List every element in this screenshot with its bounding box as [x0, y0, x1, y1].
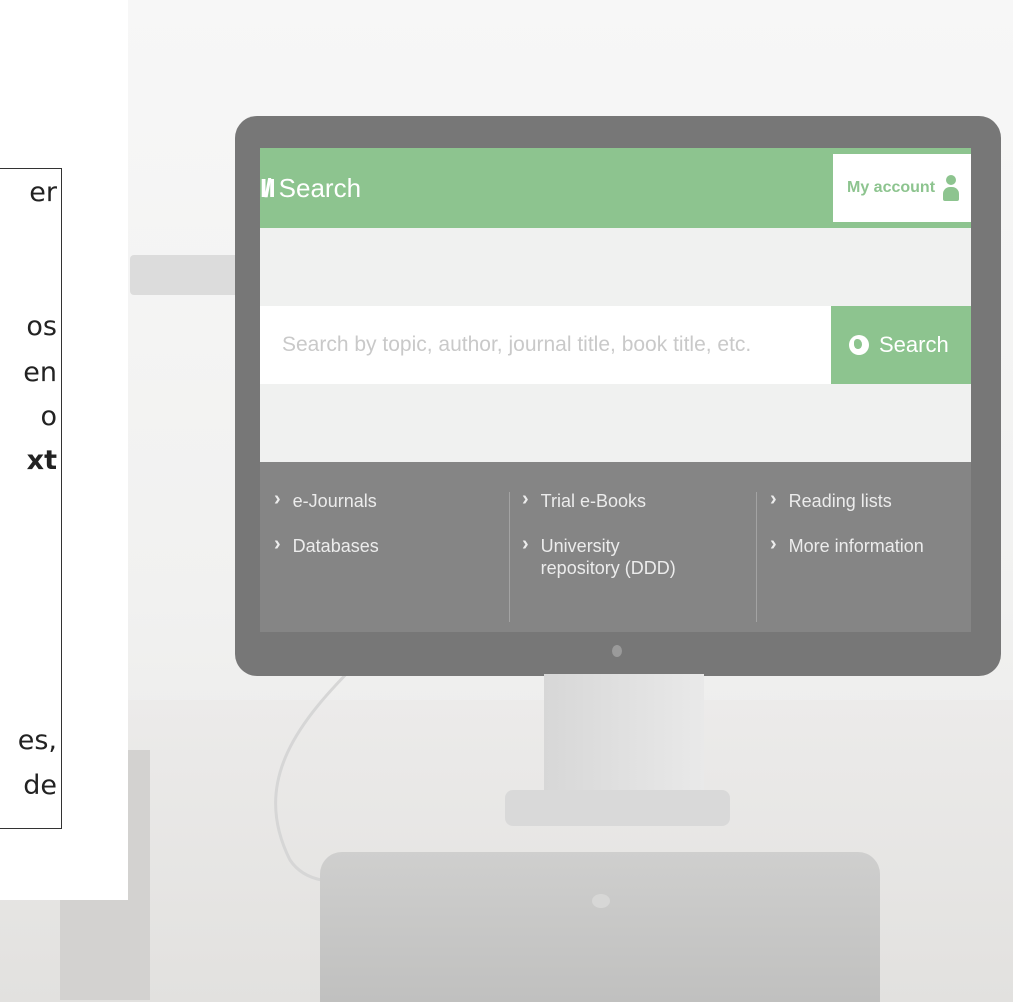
text-fragment: xt	[26, 445, 57, 476]
text-fragment: de	[23, 770, 57, 801]
quick-links-panel: › e-Journals › Databases › Trial e-Books…	[260, 462, 971, 632]
text-fragment: en	[23, 357, 57, 388]
links-column-1: › e-Journals › Databases	[274, 488, 379, 580]
my-account-label: My account	[847, 179, 936, 196]
monitor-stand	[544, 674, 704, 798]
laptop-logo	[592, 894, 610, 908]
closed-laptop	[320, 852, 880, 1002]
library-search-screen: I/I Search My account Search › e-Journal…	[260, 148, 971, 632]
link-label: Trial e-Books	[540, 491, 647, 511]
links-column-2: › Trial e-Books › University repository …	[522, 488, 722, 602]
background-scene: I/I Search My account Search › e-Journal…	[0, 0, 1013, 1002]
globe-icon	[849, 335, 869, 355]
link-e-journals[interactable]: › e-Journals	[274, 488, 379, 512]
search-input[interactable]	[260, 306, 831, 384]
search-bar: Search	[260, 306, 971, 384]
search-button[interactable]: Search	[831, 306, 971, 384]
link-label: e-Journals	[292, 491, 377, 511]
text-fragment: er	[29, 177, 57, 208]
link-reading-lists[interactable]: › Reading lists	[770, 488, 924, 512]
cropped-text-box: er os en o xt es, de	[0, 168, 62, 829]
search-button-label: Search	[879, 332, 949, 357]
brand-name: Search	[278, 172, 362, 203]
link-more-information[interactable]: › More information	[770, 533, 924, 557]
site-brand[interactable]: I/I Search	[260, 166, 361, 210]
links-column-3: › Reading lists › More information	[770, 488, 924, 580]
brand-logo-mark: I/I	[260, 172, 276, 203]
link-label: Reading lists	[788, 491, 892, 511]
chevron-right-icon: ›	[274, 533, 281, 555]
text-fragment: es,	[17, 725, 57, 756]
link-label: More information	[788, 536, 924, 556]
site-header: I/I Search My account	[260, 148, 971, 228]
my-account-button[interactable]: My account	[833, 154, 971, 222]
link-databases[interactable]: › Databases	[274, 533, 379, 557]
link-label: University repository (DDD)	[540, 536, 676, 578]
text-fragment: o	[40, 401, 57, 432]
link-label: Databases	[292, 536, 379, 556]
text-fragment: os	[26, 311, 57, 342]
chevron-right-icon: ›	[770, 533, 777, 555]
link-university-repository[interactable]: › University repository (DDD)	[522, 533, 722, 579]
text-overlay-panel: er os en o xt es, de	[0, 0, 128, 900]
column-divider	[756, 492, 757, 622]
user-icon	[943, 175, 960, 201]
link-trial-e-books[interactable]: › Trial e-Books	[522, 488, 722, 512]
chevron-right-icon: ›	[274, 488, 281, 510]
chevron-right-icon: ›	[770, 488, 777, 510]
chevron-right-icon: ›	[522, 488, 529, 510]
chevron-right-icon: ›	[522, 533, 529, 555]
monitor-logo	[612, 645, 622, 657]
monitor-stand-base	[505, 790, 730, 826]
column-divider	[509, 492, 510, 622]
